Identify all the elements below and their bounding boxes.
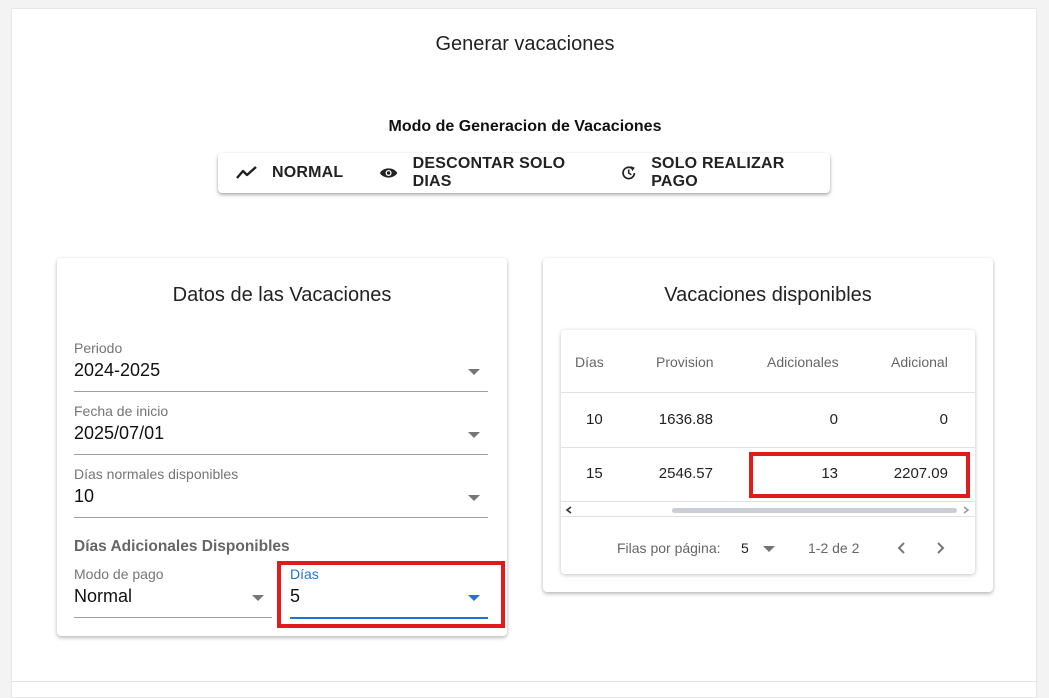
divider [561,447,975,448]
scrollbar-thumb[interactable] [672,508,957,513]
datos-card: Datos de las Vacaciones Periodo 2024-202… [57,258,507,636]
fecha-label: Fecha de inicio [74,403,169,419]
dias-normales-label: Días normales disponibles [74,466,239,482]
mode-descontar-button[interactable]: DESCONTAR SOLO DIAS [361,153,601,193]
mode-pago-label: SOLO REALIZAR PAGO [651,155,785,190]
main-panel: Generar vacaciones Modo de Generacion de… [11,8,1038,698]
chevron-left-icon[interactable] [897,541,907,555]
periodo-select[interactable]: Periodo 2024-2025 [74,340,488,392]
mode-title: Modo de Generacion de Vacaciones [388,118,662,135]
rows-per-page-value: 5 [741,540,749,556]
header-dias[interactable]: Días [575,354,604,370]
scroll-right-icon[interactable] [962,506,970,514]
fecha-value: 2025/07/01 [74,423,165,443]
modo-pago-value: Normal [74,586,133,606]
cell-adicional: 0 [939,411,948,428]
disponibles-title: Vacaciones disponibles [664,284,872,306]
history-icon [621,166,636,180]
eye-icon [380,168,398,178]
chevron-right-icon[interactable] [935,541,945,555]
adicionales-heading: Días Adicionales Disponibles [74,538,290,555]
mode-pago-button[interactable]: SOLO REALIZAR PAGO [602,153,830,193]
chevron-down-icon [468,369,480,375]
datos-title: Datos de las Vacaciones [172,284,392,306]
header-adicional[interactable]: Adicional [891,354,948,370]
modo-pago-label: Modo de pago [74,566,164,582]
mode-toggle-group: NORMAL DESCONTAR SOLO DIAS SOLO REALIZAR… [218,153,830,193]
scroll-left-icon[interactable] [565,506,573,514]
dias-normales-select[interactable]: Días normales disponibles 10 [74,466,488,518]
chevron-down-icon [468,495,480,501]
vacaciones-table: Días Provision Adicionales Adicional 10 … [561,330,975,574]
rows-per-page-label: Filas por página: [617,540,721,556]
mode-normal-button[interactable]: NORMAL [218,153,361,193]
fecha-inicio-select[interactable]: Fecha de inicio 2025/07/01 [74,403,488,455]
highlight-box [277,561,505,628]
page-title: Generar vacaciones [435,33,615,55]
header-provision[interactable]: Provision [656,354,714,370]
pagination-range: 1-2 de 2 [808,540,860,556]
trending-icon [236,166,257,179]
mode-normal-label: NORMAL [272,164,344,181]
dias-normales-value: 10 [74,486,95,506]
highlight-box [749,452,970,498]
divider [561,392,975,393]
chevron-down-icon [252,595,264,601]
periodo-value: 2024-2025 [74,360,161,380]
horizontal-scrollbar[interactable] [561,504,975,516]
bottom-divider [12,681,1038,682]
chevron-down-icon [468,432,480,438]
modo-pago-select[interactable]: Modo de pago Normal [74,566,272,618]
divider [561,516,975,517]
disponibles-card: Vacaciones disponibles Días Provision Ad… [543,258,993,592]
header-adicionales[interactable]: Adicionales [767,354,839,370]
rows-per-page-select[interactable]: 5 [741,540,775,556]
divider [561,501,975,502]
mode-descontar-label: DESCONTAR SOLO DIAS [412,155,566,190]
chevron-down-icon [762,546,775,553]
periodo-label: Periodo [74,340,123,356]
